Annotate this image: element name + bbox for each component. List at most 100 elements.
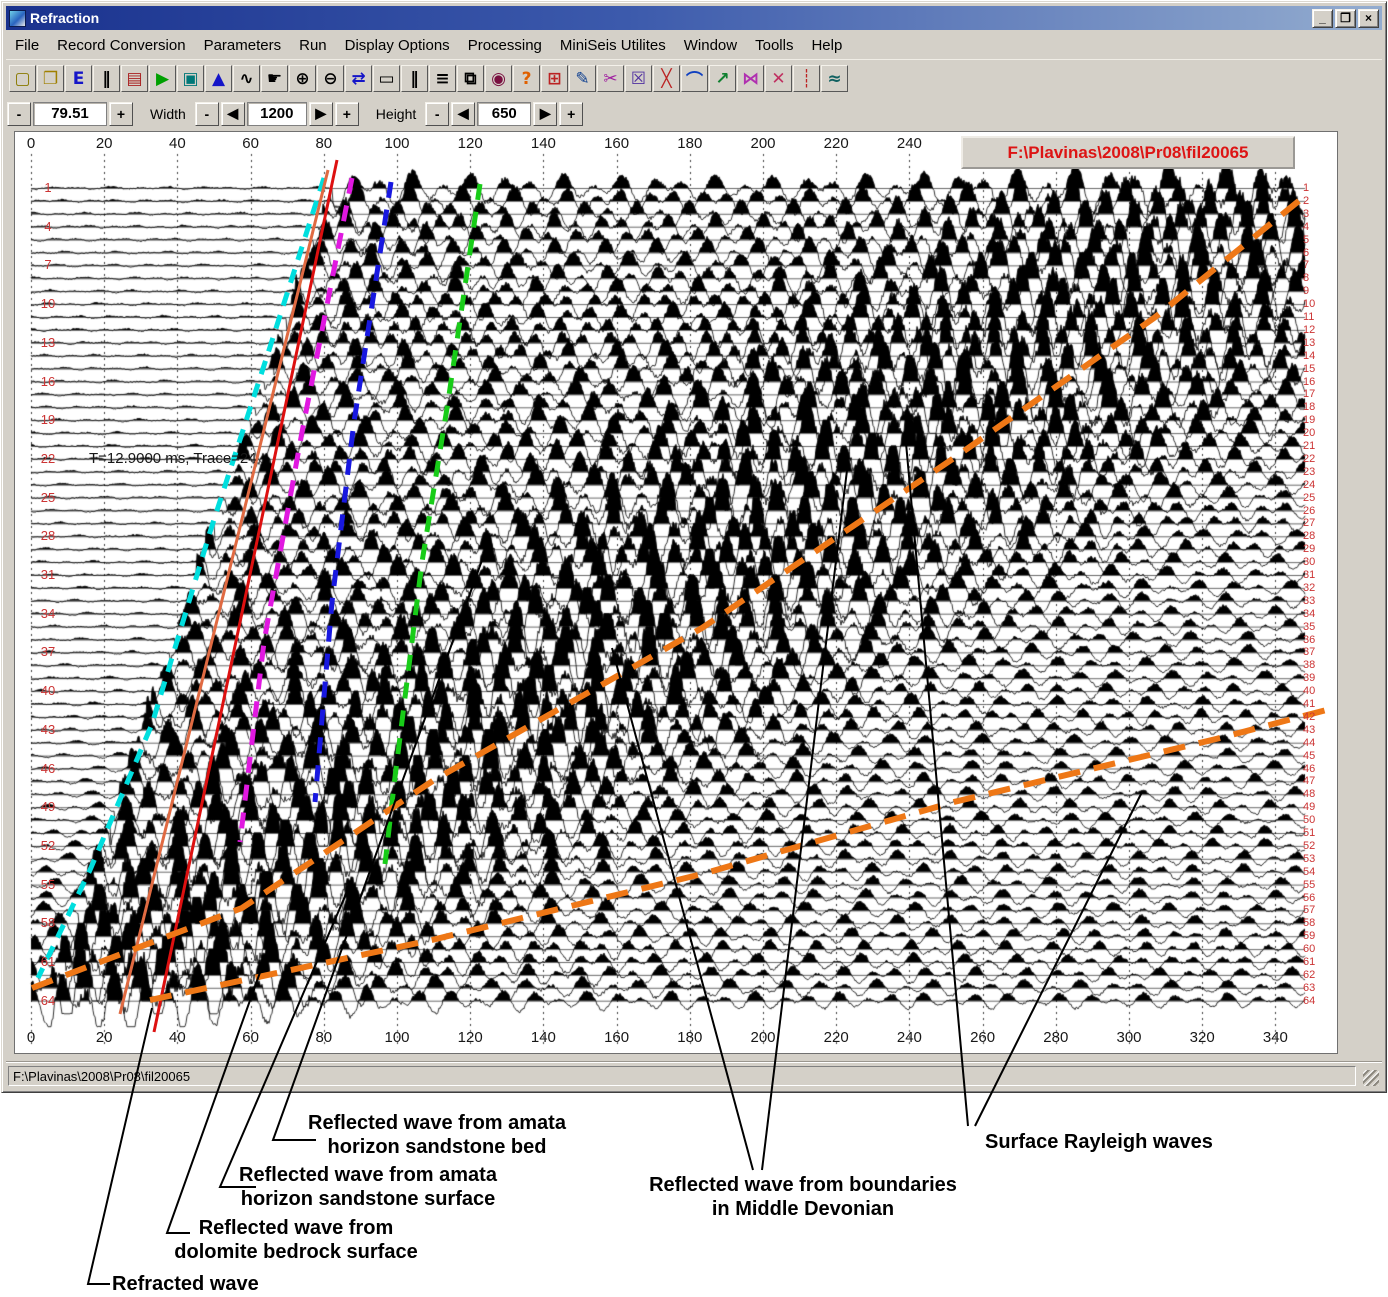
top-axis-tick-240: 240: [897, 135, 922, 152]
scale-minus-button[interactable]: -: [7, 102, 31, 126]
top-axis-tick-140: 140: [531, 135, 556, 152]
help-button[interactable]: ?: [513, 65, 540, 92]
amata-surface-reflection-label-line-1: Reflected wave from amata: [239, 1163, 497, 1187]
middle-devonian-reflection-label-line-1: Reflected wave from boundaries: [649, 1173, 957, 1197]
vertical-split-button[interactable]: ‖: [401, 65, 428, 92]
zoom-out-button[interactable]: ⊖: [317, 65, 344, 92]
cut-traces-icon: ✂: [603, 69, 617, 89]
width-value-field[interactable]: 1200: [247, 102, 307, 126]
save-convert-button[interactable]: ▤: [121, 65, 148, 92]
status-text: F:\Plavinas\2008\Pr08\fil20065: [8, 1066, 1356, 1086]
maximize-button[interactable]: ❒: [1335, 9, 1356, 28]
minimize-button[interactable]: _: [1312, 9, 1333, 28]
width-step-left-button[interactable]: ◀: [221, 102, 245, 126]
scale-value-field[interactable]: 79.51: [33, 102, 107, 126]
menu-parameters[interactable]: Parameters: [195, 34, 291, 57]
height-minus-button[interactable]: -: [425, 102, 449, 126]
wiggle-trace-button[interactable]: ∿: [233, 65, 260, 92]
left-trace-label-61: 61: [35, 954, 61, 969]
refracted-wave-label-line-1: Refracted wave: [112, 1272, 259, 1296]
menu-file[interactable]: File: [6, 34, 48, 57]
cascade-windows-button[interactable]: ⧉: [457, 65, 484, 92]
menu-miniseis-utilites[interactable]: MiniSeis Utilites: [551, 34, 675, 57]
wave-smooth-icon: ≈: [827, 69, 841, 89]
new-file-icon: ▢: [14, 69, 30, 89]
right-trace-label-54: 54: [1303, 866, 1315, 878]
menu-processing[interactable]: Processing: [459, 34, 551, 57]
amplitude-histogram-button[interactable]: ▲: [205, 65, 232, 92]
bottom-axis-tick-240: 240: [897, 1029, 922, 1046]
new-file-button[interactable]: ▢: [9, 65, 36, 92]
swap-direction-button[interactable]: ⇄: [345, 65, 372, 92]
zoom-in-button[interactable]: ⊕: [289, 65, 316, 92]
delete-picks-button[interactable]: ☒: [625, 65, 652, 92]
right-trace-label-8: 8: [1303, 272, 1309, 284]
pause-icon: ‖: [102, 69, 111, 89]
left-trace-label-37: 37: [35, 644, 61, 659]
height-step-right-button[interactable]: ▶: [533, 102, 557, 126]
left-trace-label-13: 13: [35, 335, 61, 350]
edit-notes-button[interactable]: ✎: [569, 65, 596, 92]
pan-hand-button[interactable]: ☛: [261, 65, 288, 92]
right-trace-label-59: 59: [1303, 930, 1315, 942]
cut-traces-button[interactable]: ✂: [597, 65, 624, 92]
wave-smooth-button[interactable]: ≈: [821, 65, 848, 92]
right-trace-label-63: 63: [1303, 982, 1315, 994]
record-target-button[interactable]: ◉: [485, 65, 512, 92]
velocity-curves-button[interactable]: ⌒: [681, 65, 708, 92]
file-path-button[interactable]: F:\Plavinas\2008\Pr08\fil20065: [961, 136, 1295, 169]
menu-window[interactable]: Window: [675, 34, 746, 57]
amata-bed-reflection-label-line-1: Reflected wave from amata: [308, 1111, 566, 1135]
width-minus-button[interactable]: -: [195, 102, 219, 126]
top-axis-tick-60: 60: [242, 135, 259, 152]
control-bar: - 79.51 + Width - ◀ 1200 ▶ + Height - ◀ …: [6, 97, 1382, 130]
trace-marks-button[interactable]: ┊: [793, 65, 820, 92]
amplitude-histogram-icon: ▲: [212, 69, 225, 89]
width-label: Width: [150, 106, 186, 122]
height-value-field[interactable]: 650: [477, 102, 531, 126]
seismic-section-canvas[interactable]: [15, 132, 1335, 1051]
cross-curves-button[interactable]: ╳: [653, 65, 680, 92]
menu-display-options[interactable]: Display Options: [336, 34, 459, 57]
menu-help[interactable]: Help: [802, 34, 851, 57]
help-icon: ?: [522, 69, 532, 89]
right-trace-label-62: 62: [1303, 969, 1315, 981]
right-trace-label-51: 51: [1303, 827, 1315, 839]
bottom-axis-tick-80: 80: [315, 1029, 332, 1046]
top-axis-tick-80: 80: [315, 135, 332, 152]
right-trace-label-27: 27: [1303, 517, 1315, 529]
menu-run[interactable]: Run: [290, 34, 336, 57]
left-trace-label-28: 28: [35, 528, 61, 543]
traveltime-curves-button[interactable]: ⋈: [737, 65, 764, 92]
width-plus-button[interactable]: +: [335, 102, 359, 126]
wiggle-trace-icon: ∿: [239, 69, 253, 89]
right-trace-label-52: 52: [1303, 840, 1315, 852]
curve-fit-button[interactable]: ↗: [709, 65, 736, 92]
right-trace-label-9: 9: [1303, 285, 1309, 297]
open-folder-button[interactable]: ❐: [37, 65, 64, 92]
horizontal-split-icon: ≡: [435, 69, 449, 89]
pause-button[interactable]: ‖: [93, 65, 120, 92]
stop-frame-button[interactable]: ▣: [177, 65, 204, 92]
right-trace-label-36: 36: [1303, 634, 1315, 646]
right-trace-label-33: 33: [1303, 595, 1315, 607]
horizontal-split-button[interactable]: ≡: [429, 65, 456, 92]
resize-grip[interactable]: [1363, 1070, 1379, 1086]
block-palette-button[interactable]: ⊞: [541, 65, 568, 92]
height-step-left-button[interactable]: ◀: [451, 102, 475, 126]
menu-toolls[interactable]: Toolls: [746, 34, 802, 57]
close-button[interactable]: ×: [1358, 9, 1379, 28]
right-trace-label-1: 1: [1303, 182, 1309, 194]
edit-e-button[interactable]: E: [65, 65, 92, 92]
title-bar[interactable]: Refraction _ ❒ ×: [6, 6, 1382, 30]
height-plus-button[interactable]: +: [559, 102, 583, 126]
window-frame-button[interactable]: ▭: [373, 65, 400, 92]
width-step-right-button[interactable]: ▶: [309, 102, 333, 126]
right-trace-label-39: 39: [1303, 672, 1315, 684]
scatter-picks-button[interactable]: ✕: [765, 65, 792, 92]
left-trace-label-4: 4: [35, 219, 61, 234]
menu-record-conversion[interactable]: Record Conversion: [48, 34, 194, 57]
right-trace-label-12: 12: [1303, 324, 1315, 336]
run-play-button[interactable]: ▶: [149, 65, 176, 92]
scale-plus-button[interactable]: +: [109, 102, 133, 126]
